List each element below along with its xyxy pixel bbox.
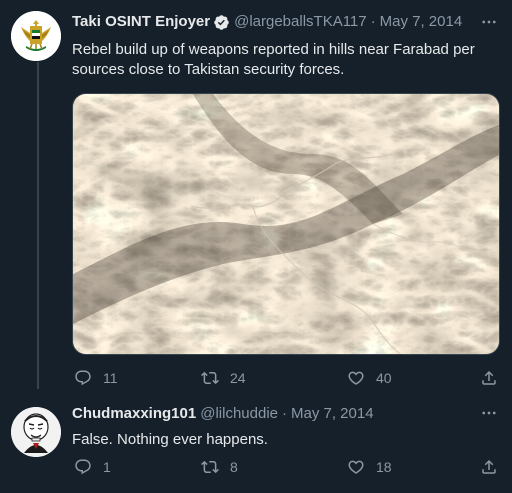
header-separator: · [282, 405, 287, 422]
tweet-date[interactable]: May 7, 2014 [291, 404, 374, 424]
avatar-chudmaxxing101[interactable] [11, 407, 61, 457]
reply-button[interactable]: 11 [74, 368, 118, 388]
thread-connector-line [37, 62, 39, 389]
like-count: 18 [376, 459, 392, 475]
more-options-icon[interactable] [480, 13, 498, 31]
retweet-button[interactable]: 8 [201, 457, 238, 477]
like-button[interactable]: 18 [347, 457, 392, 477]
reply-count: 1 [103, 459, 111, 475]
reply-icon [75, 370, 91, 386]
author-name[interactable]: Taki OSINT Enjoyer [72, 12, 210, 32]
share-icon [482, 370, 496, 385]
share-button[interactable] [480, 368, 509, 388]
tweet-text: Rebel build up of weapons reported in hi… [72, 41, 475, 78]
reply-icon [75, 459, 91, 475]
share-button[interactable] [480, 457, 509, 477]
tweet-text: False. Nothing ever happens. [72, 431, 268, 448]
retweet-count: 24 [230, 370, 246, 386]
author-handle[interactable]: @largeballsTKA117 [234, 12, 367, 32]
retweet-button[interactable]: 24 [201, 368, 246, 388]
tweet-header: Taki OSINT Enjoyer @largeballsTKA117 · M… [72, 12, 462, 32]
tweet-media-image[interactable] [72, 93, 500, 355]
like-icon [348, 371, 364, 385]
retweet-icon [201, 371, 219, 385]
verified-badge-icon [214, 14, 229, 30]
more-options-icon[interactable] [480, 404, 498, 422]
share-icon [482, 459, 496, 474]
like-icon [348, 460, 364, 474]
like-count: 40 [376, 370, 392, 386]
author-handle[interactable]: @lilchuddie [200, 404, 278, 424]
tweet-actions: 11 24 40 [72, 368, 500, 388]
tweet-original[interactable]: Taki OSINT Enjoyer @largeballsTKA117 · M… [0, 0, 512, 397]
reply-button[interactable]: 1 [74, 457, 111, 477]
reply-count: 11 [103, 370, 118, 386]
author-name[interactable]: Chudmaxxing101 [72, 404, 196, 424]
header-separator: · [370, 13, 376, 30]
retweet-icon [201, 460, 219, 474]
tweet-header: Chudmaxxing101 @lilchuddie · May 7, 2014 [72, 404, 374, 424]
tweet-reply[interactable]: Chudmaxxing101 @lilchuddie · May 7, 2014… [0, 397, 512, 493]
like-button[interactable]: 40 [347, 368, 392, 388]
avatar-taki-osint-enjoyer[interactable] [11, 11, 61, 61]
tweet-date[interactable]: May 7, 2014 [380, 12, 463, 32]
tweet-actions: 1 8 18 [72, 457, 500, 477]
retweet-count: 8 [230, 459, 238, 475]
